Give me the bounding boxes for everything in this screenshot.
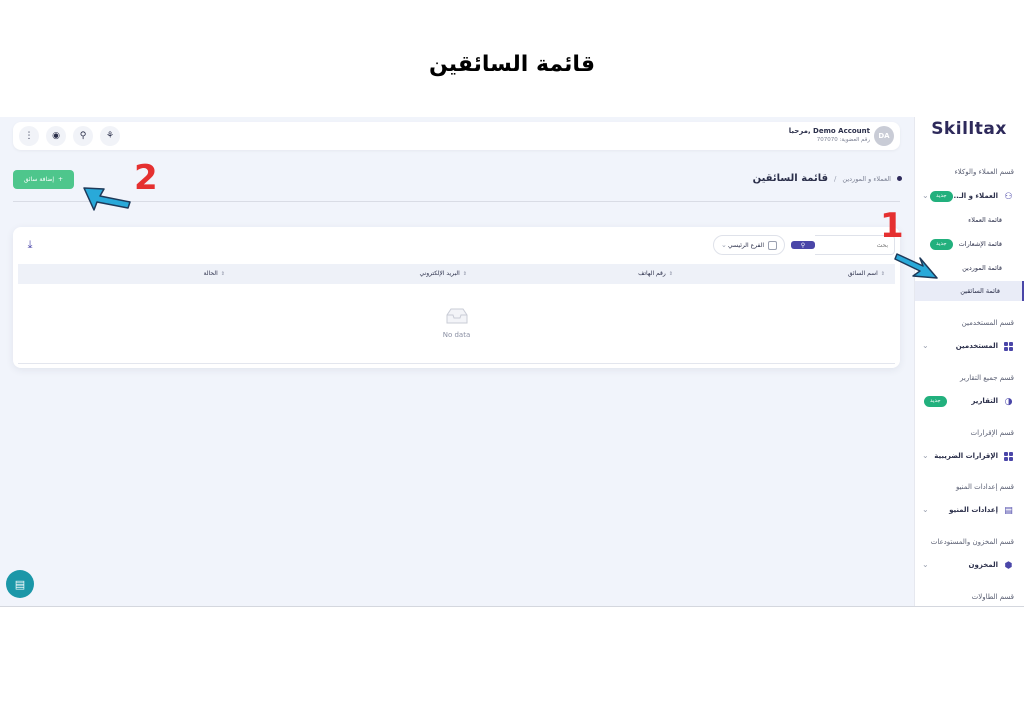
plus-icon: + <box>58 176 64 183</box>
divider <box>0 606 1024 607</box>
sort-icon: ⇕ <box>668 270 673 277</box>
subitem-label: قائمة الإشعارات <box>958 240 1002 248</box>
sidebar-item-customers[interactable]: ⚇ العملاء و الـ... جديد ⌄ <box>915 187 1024 207</box>
sidebar-item-label: العملاء و الـ... <box>950 192 998 200</box>
add-driver-button[interactable]: + إضافة سائق <box>13 170 74 189</box>
sidebar: Skilltax قسم العملاء والوكلاء ⚇ العملاء … <box>914 117 1024 606</box>
column-label: اسم السائق <box>847 270 878 277</box>
new-badge: جديد <box>930 191 953 202</box>
drivers-table-card: ⤓ ⚲ الفرع الرئيسي ⌄ ⇕اسم السائق ⇕رقم اله… <box>13 227 900 368</box>
chevron-down-icon: ⌄ <box>922 560 929 569</box>
empty-state: No data <box>13 307 900 339</box>
users-icon: ⚇ <box>1004 191 1013 202</box>
sidebar-item-inventory[interactable]: ⬢ المخزون ⌄ <box>915 556 1024 576</box>
pie-chart-icon: ◑ <box>1004 396 1013 407</box>
section-label: قسم جميع التقارير <box>960 374 1014 382</box>
column-label: رقم الهاتف <box>638 270 666 277</box>
sidebar-item-users[interactable]: المستخدمين ⌄ <box>915 337 1024 357</box>
sort-icon: ⇕ <box>880 270 885 277</box>
grid-icon <box>1003 341 1014 352</box>
support-icon[interactable]: ⚘ <box>100 126 120 146</box>
sidebar-subitem-customers-list[interactable]: قائمة العملاء <box>915 210 1024 230</box>
section-label: قسم المخزون والمستودعات <box>930 538 1014 546</box>
sidebar-item-tax-returns[interactable]: الإقرارات الضريبية ⌄ <box>915 447 1024 467</box>
no-data-text: No data <box>442 331 471 339</box>
breadcrumb: العملاء و الموردين / قائمة السائقين <box>753 173 902 184</box>
section-label: قسم العملاء والوكلاء <box>954 168 1014 176</box>
calendar-icon <box>768 241 777 250</box>
sort-icon: ⇕ <box>462 270 467 277</box>
section-label: قسم المستخدمين <box>961 319 1014 327</box>
sidebar-item-label: المستخدمين <box>955 342 998 350</box>
box-icon: ⬢ <box>1004 560 1013 571</box>
chevron-down-icon: ⌄ <box>721 241 727 249</box>
arrow-icon <box>83 187 131 211</box>
divider <box>13 201 900 202</box>
sidebar-item-label: إعدادات المنيو <box>949 506 998 514</box>
add-driver-label: إضافة سائق <box>23 176 55 183</box>
section-label: قسم الطاولات <box>971 593 1014 601</box>
user-name: مرحبا, Demo Account <box>788 127 870 135</box>
sidebar-item-reports[interactable]: ◑ التقارير جديد <box>915 392 1024 412</box>
dot-icon <box>897 176 902 181</box>
chat-icon[interactable]: ▤ <box>6 570 34 598</box>
annotation-number: 2 <box>134 158 158 198</box>
column-header-email[interactable]: ⇕ البريد الإلكتروني <box>420 270 467 277</box>
section-label: قسم إعدادات المنيو <box>955 483 1014 491</box>
chevron-down-icon: ⌄ <box>922 191 929 200</box>
chevron-down-icon: ⌄ <box>922 505 929 514</box>
breadcrumb-separator: / <box>834 174 837 183</box>
sidebar-item-label: التقارير <box>971 397 998 405</box>
column-label: البريد الإلكتروني <box>419 270 460 277</box>
avatar[interactable]: DA <box>874 126 894 146</box>
page-heading: قائمة السائقين <box>429 52 595 77</box>
subitem-label: قائمة العملاء <box>968 216 1002 224</box>
top-bar: ⋮ ◉ ⚲ ⚘ DA مرحبا, Demo Account رقم العضو… <box>13 122 900 150</box>
sidebar-item-label: المخزون <box>968 561 998 569</box>
download-icon[interactable]: ⤓ <box>23 238 37 252</box>
new-badge: جديد <box>924 396 947 407</box>
column-header-phone[interactable]: ⇕ رقم الهاتف <box>638 270 673 277</box>
column-header-name[interactable]: ⇕ اسم السائق <box>848 270 885 277</box>
search-icon: ⚲ <box>800 241 806 249</box>
column-label: الحالة <box>203 270 218 277</box>
page-title: قائمة السائقين <box>752 173 829 184</box>
column-header-status[interactable]: ⇕ الحالة <box>204 270 225 277</box>
user-id: رقم العضوية: 707070 <box>816 137 870 143</box>
divider <box>18 363 895 364</box>
subitem-label: قائمة السائقين <box>960 287 1000 295</box>
grid-icon <box>1003 451 1014 462</box>
section-label: قسم الإقرارات <box>970 429 1014 437</box>
bell-icon[interactable]: ⚲ <box>73 126 93 146</box>
sidebar-item-menu-settings[interactable]: ▤ إعدادات المنيو ⌄ <box>915 501 1024 521</box>
breadcrumb-link[interactable]: العملاء و الموردين <box>842 175 891 183</box>
sort-icon: ⇕ <box>220 270 225 277</box>
chevron-down-icon: ⌄ <box>922 341 929 350</box>
document-icon: ▤ <box>1004 505 1013 516</box>
chevron-down-icon: ⌄ <box>922 451 929 460</box>
arrow-icon <box>894 253 938 279</box>
logo: Skilltax <box>931 119 1007 139</box>
annotation-number: 1 <box>880 206 904 246</box>
more-icon[interactable]: ⋮ <box>19 126 39 146</box>
search-button[interactable]: ⚲ <box>791 241 815 249</box>
table-header: ⇕ اسم السائق ⇕ رقم الهاتف ⇕ البريد الإلكترو… <box>18 264 895 284</box>
sidebar-item-label: الإقرارات الضريبية <box>934 452 998 460</box>
new-badge: جديد <box>930 239 953 250</box>
search-box: ⚲ <box>785 235 895 255</box>
branch-select[interactable]: الفرع الرئيسي ⌄ <box>713 235 785 255</box>
sidebar-subitem-drivers[interactable]: قائمة السائقين <box>915 281 1024 301</box>
branch-value: الفرع الرئيسي <box>728 242 764 249</box>
settings-icon[interactable]: ◉ <box>46 126 66 146</box>
subitem-label: قائمة الموردين <box>962 264 1002 272</box>
empty-inbox-icon <box>446 308 467 324</box>
